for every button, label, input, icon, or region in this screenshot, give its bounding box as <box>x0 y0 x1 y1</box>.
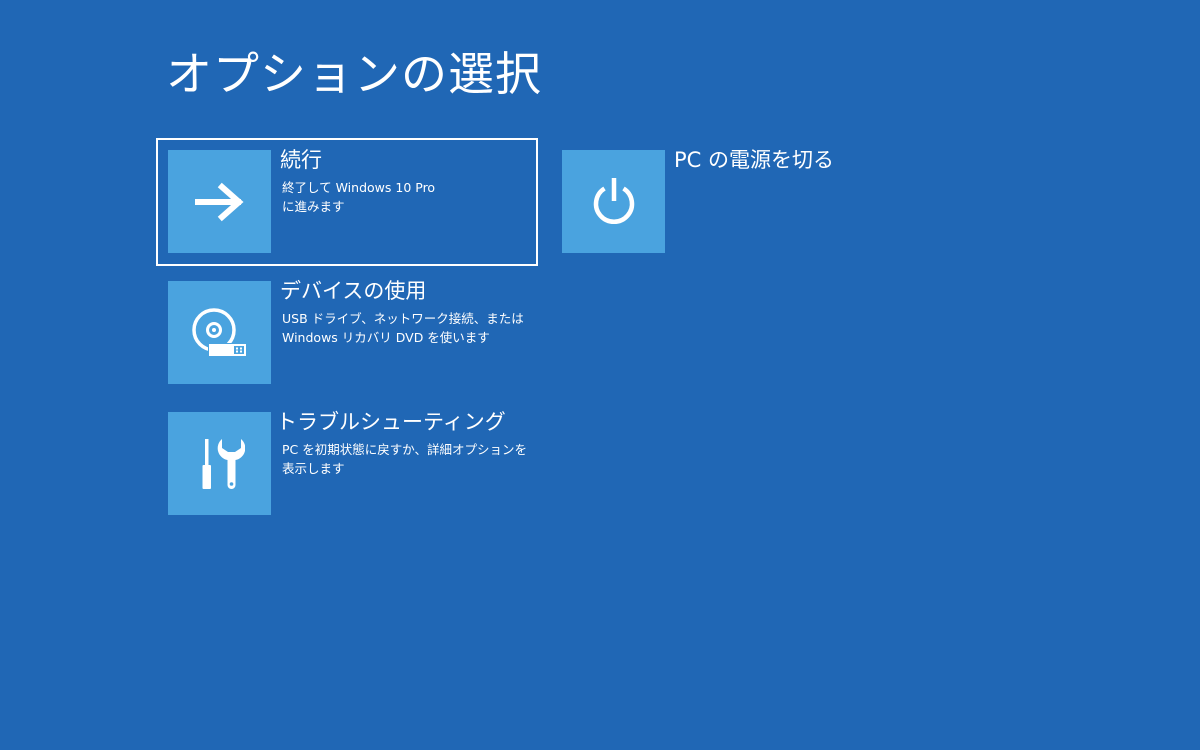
disc-usb-icon <box>191 307 246 357</box>
use-device-description-line-2: Windows リカバリ DVD を使います <box>282 330 490 345</box>
turn-off-pc-tile <box>562 150 665 253</box>
continue-description-line-1: 終了して Windows 10 Pro <box>282 180 436 195</box>
troubleshoot-option[interactable]: トラブルシューティング PC を初期状態に戻すか、詳細オプションを 表示します <box>158 402 536 526</box>
turn-off-pc-title: PC の電源を切る <box>674 148 835 172</box>
continue-option[interactable]: 続行 終了して Windows 10 Pro に進みます <box>156 138 538 266</box>
arrow-right-icon <box>194 182 244 221</box>
page-title: オプションの選択 <box>166 47 542 101</box>
troubleshoot-description-line-2: 表示します <box>282 461 345 476</box>
continue-title: 続行 <box>280 148 322 172</box>
troubleshoot-description-line-1: PC を初期状態に戻すか、詳細オプションを <box>282 442 527 457</box>
continue-tile <box>168 150 271 253</box>
troubleshoot-tile <box>168 412 271 515</box>
power-icon <box>593 177 634 224</box>
use-device-description: USB ドライブ、ネットワーク接続、または Windows リカバリ DVD を… <box>282 309 532 347</box>
use-device-option[interactable]: デバイスの使用 USB ドライブ、ネットワーク接続、または Windows リカ… <box>158 271 536 395</box>
troubleshoot-description: PC を初期状態に戻すか、詳細オプションを 表示します <box>282 440 532 478</box>
use-device-title: デバイスの使用 <box>280 279 427 303</box>
troubleshoot-title: トラブルシューティング <box>276 410 506 434</box>
continue-description-line-2: に進みます <box>282 199 345 214</box>
continue-description: 終了して Windows 10 Pro に進みます <box>282 178 532 216</box>
use-device-tile <box>168 281 271 384</box>
tools-icon <box>202 438 245 489</box>
turn-off-pc-option[interactable]: PC の電源を切る <box>552 140 930 264</box>
use-device-description-line-1: USB ドライブ、ネットワーク接続、または <box>282 311 524 326</box>
